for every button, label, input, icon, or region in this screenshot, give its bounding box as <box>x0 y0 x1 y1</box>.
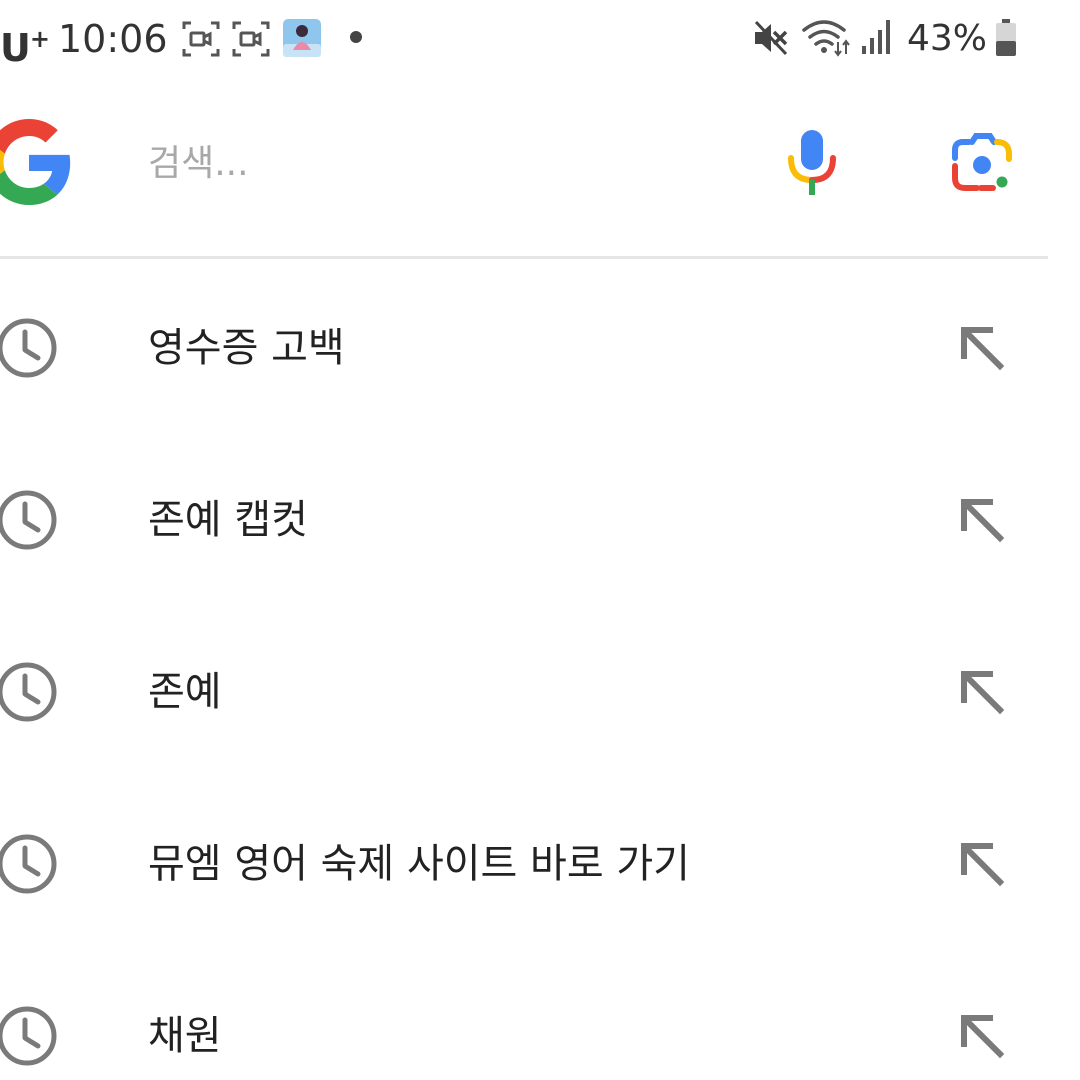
suggestion-label: 채원 <box>148 1013 222 1059</box>
fill-arrow-icon[interactable] <box>954 492 1010 548</box>
suggestion-item[interactable]: 채원 <box>0 948 1080 1080</box>
lens-icon[interactable] <box>950 132 1016 196</box>
suggestion-label: 뮤엠 영어 숙제 사이트 바로 가기 <box>148 841 690 887</box>
search-bar <box>0 100 1050 230</box>
search-input[interactable] <box>148 128 748 198</box>
suggestion-label: 존예 캡컷 <box>148 497 308 543</box>
history-icon <box>0 1003 60 1069</box>
suggestion-item[interactable]: 영수증 고백 <box>0 260 1080 432</box>
fill-arrow-icon[interactable] <box>954 664 1010 720</box>
suggestion-list: 영수증 고백 존예 캡컷 존예 뮤엠 영어 숙제 사이트 바로 가기 채원 <box>0 260 1080 1080</box>
google-logo-icon <box>0 116 72 208</box>
mic-icon[interactable] <box>784 128 840 198</box>
suggestion-item[interactable]: 존예 캡컷 <box>0 432 1080 604</box>
search-divider <box>0 256 1048 259</box>
screen-record-icon <box>182 20 220 58</box>
status-bar: U+ 10:06 43% <box>0 0 1080 80</box>
suggestion-item[interactable]: 존예 <box>0 604 1080 776</box>
fill-arrow-icon[interactable] <box>954 320 1010 376</box>
fill-arrow-icon[interactable] <box>954 836 1010 892</box>
screen-record-icon <box>232 20 270 58</box>
app-thumbnail-icon <box>282 18 322 57</box>
history-icon <box>0 831 60 897</box>
battery-percent: 43% <box>907 18 988 59</box>
battery-icon <box>994 18 1018 56</box>
history-icon <box>0 659 60 725</box>
wifi-icon <box>800 16 852 57</box>
status-time: 10:06 <box>58 17 168 61</box>
history-icon <box>0 487 60 553</box>
notification-dot-icon <box>349 30 363 68</box>
suggestion-label: 영수증 고백 <box>148 325 345 371</box>
vibrate-mute-icon <box>752 18 790 56</box>
suggestion-label: 존예 <box>148 669 222 715</box>
signal-icon <box>860 18 894 56</box>
suggestion-item[interactable]: 뮤엠 영어 숙제 사이트 바로 가기 <box>0 776 1080 948</box>
fill-arrow-icon[interactable] <box>954 1008 1010 1064</box>
history-icon <box>0 315 60 381</box>
screen: U+ 10:06 43% 검색... 영수증 고백 존예 캡컷 존예 뮤엠 영어… <box>0 0 1080 1080</box>
carrier-label: U+ <box>0 25 50 70</box>
